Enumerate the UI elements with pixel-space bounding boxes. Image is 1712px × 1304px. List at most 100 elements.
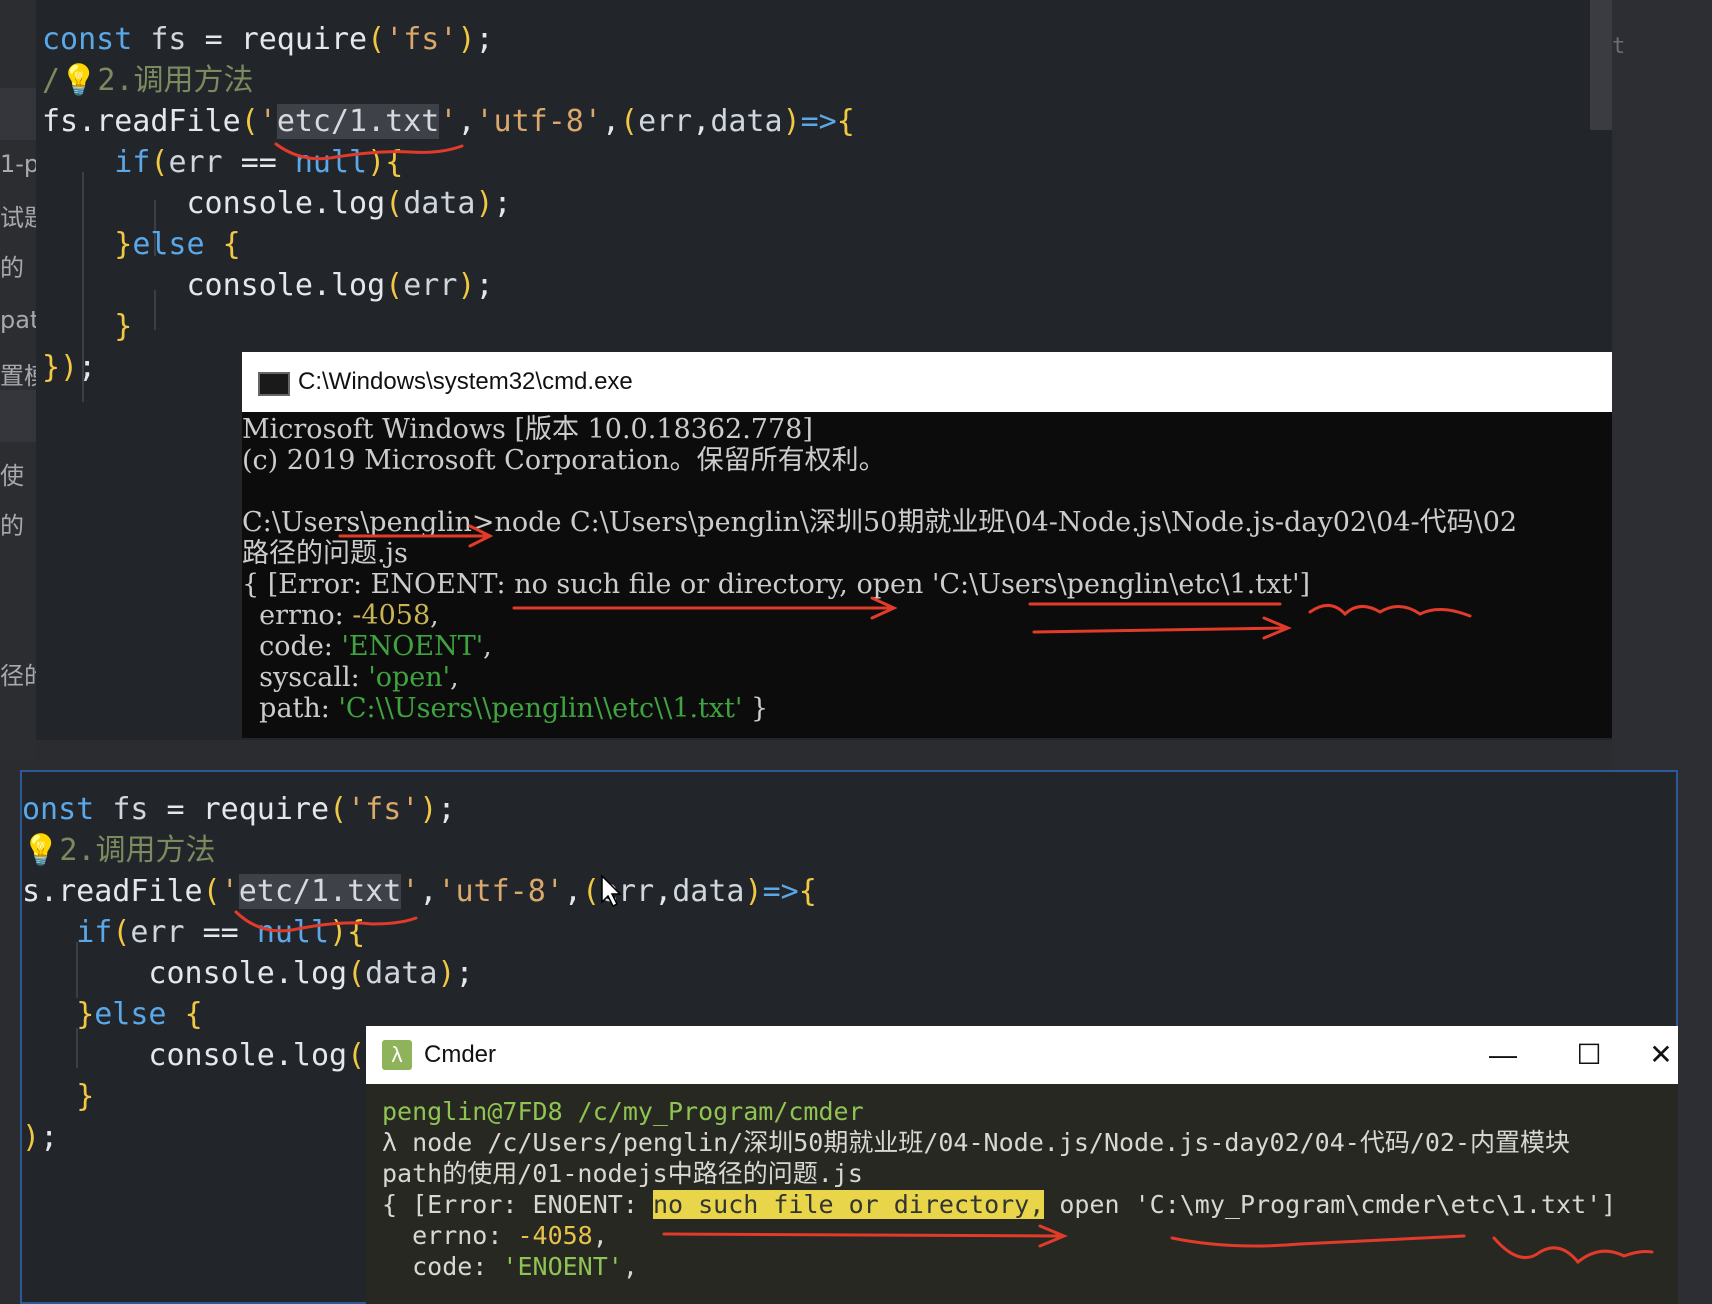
code-token: console.log	[22, 1038, 348, 1073]
code-token: {	[385, 145, 404, 180]
code-line[interactable]: }	[42, 305, 132, 349]
code-token: =>	[762, 874, 799, 909]
console-token: }	[742, 693, 769, 724]
console-line: λ node /c/Users/penglin/深圳50期就业班/04-Node…	[382, 1127, 1616, 1158]
code-token: fs	[112, 792, 167, 827]
console-token: 'ENOENT'	[341, 631, 484, 662]
code-token: data	[672, 874, 745, 909]
code-line[interactable]: }else {	[42, 223, 240, 267]
sidebar-item[interactable]: 试题	[0, 198, 36, 233]
cmd-app-icon	[258, 372, 290, 396]
code-token: data	[365, 956, 438, 991]
code-token: err	[168, 145, 241, 180]
console-line: errno: -4058,	[242, 600, 1517, 631]
code-line[interactable]: });	[42, 346, 96, 390]
code-token: }	[76, 1079, 95, 1114]
code-token: fs	[150, 22, 205, 57]
code-token: ==	[240, 145, 295, 180]
code-token: )	[782, 104, 801, 139]
console-token: penglin@7FD8 /c/my_Program/cmder	[382, 1097, 864, 1126]
code-line[interactable]: );	[22, 1116, 58, 1160]
minimize-button[interactable]: —	[1480, 1026, 1526, 1084]
cmder-window-title: Cmder	[424, 1041, 497, 1068]
code-token: '	[258, 104, 277, 139]
console-token: 'ENOENT'	[502, 1252, 623, 1281]
code-line[interactable]: console.log(	[22, 1034, 365, 1078]
code-token: (	[385, 268, 404, 303]
console-token: errno:	[382, 1221, 518, 1250]
code-token: if	[76, 915, 113, 950]
code-token: ;	[78, 350, 97, 385]
code-token: (	[240, 104, 259, 139]
cmd-console-output[interactable]: Microsoft Windows [版本 10.0.18362.778] (c)…	[242, 414, 1517, 724]
code-token: )	[329, 915, 348, 950]
sidebar-item[interactable]: 的	[0, 506, 24, 541]
code-token: )	[744, 874, 763, 909]
code-token: (	[202, 874, 221, 909]
editor-scrollbar[interactable]	[1590, 0, 1612, 130]
code-token: ,	[457, 104, 476, 139]
code-line[interactable]: console.log(data);	[42, 182, 512, 226]
sidebar-item[interactable]: 的	[0, 248, 24, 283]
code-line[interactable]: if(err == null){	[42, 141, 403, 185]
console-token: λ node /c/Users/penglin/深圳50期就业班/04-Node…	[382, 1128, 1571, 1157]
sidebar-item[interactable]: pat	[0, 306, 36, 334]
code-token: if	[114, 145, 151, 180]
code-line[interactable]: onst fs = require('fs');	[22, 788, 456, 832]
code-line[interactable]: /💡2.调用方法	[42, 59, 254, 103]
sidebar-item[interactable]: 径的	[0, 656, 36, 691]
console-token: Microsoft Windows [版本 10.0.18362.778]	[242, 414, 813, 445]
code-token: (	[150, 145, 169, 180]
code-token: ;	[40, 1120, 59, 1155]
code-line[interactable]: const fs = require('fs');	[42, 18, 494, 62]
maximize-button[interactable]: ☐	[1566, 1026, 1612, 1084]
console-token: 路径的问题.js	[242, 538, 408, 569]
code-line[interactable]: fs.readFile('etc/1.txt','utf-8',(err,dat…	[42, 100, 855, 144]
sidebar-item[interactable]: 1-p	[0, 150, 36, 178]
code-token: {	[347, 915, 366, 950]
console-token: syscall:	[242, 662, 369, 693]
code-token: (	[620, 104, 639, 139]
console-token: ,	[592, 1221, 608, 1250]
code-token: '	[220, 874, 239, 909]
code-token: )	[419, 792, 438, 827]
code-line[interactable]: s.readFile('etc/1.txt','utf-8',(err,data…	[22, 870, 817, 914]
code-token: ;	[475, 268, 494, 303]
code-line[interactable]: 💡2.调用方法	[22, 829, 215, 873]
code-token: })	[42, 350, 79, 385]
console-token: { [Error: ENOENT:	[382, 1190, 653, 1219]
close-button[interactable]: ✕	[1638, 1026, 1678, 1084]
code-line[interactable]: }	[22, 1075, 94, 1119]
console-token: ,	[430, 600, 439, 631]
console-token: -4058	[517, 1221, 593, 1250]
console-line: { [Error: ENOENT: no such file or direct…	[242, 569, 1517, 600]
code-token: 💡	[22, 833, 60, 868]
console-token: -4058	[352, 600, 431, 631]
code-token: ;	[475, 22, 494, 57]
cmd-window[interactable]: C:\Windows\system32\cmd.exe Microsoft Wi…	[242, 352, 1612, 738]
sidebar-item[interactable]: 置模	[0, 356, 36, 391]
code-line[interactable]: }else {	[22, 993, 202, 1037]
mouse-cursor-icon	[601, 874, 622, 908]
code-token: data	[710, 104, 783, 139]
code-token: require	[240, 22, 368, 57]
code-token: console.log	[22, 956, 348, 991]
code-line[interactable]: console.log(data);	[22, 952, 473, 996]
console-token: code:	[382, 1252, 503, 1281]
code-token: etc/1.txt	[276, 104, 440, 139]
cmder-window[interactable]: λ Cmder — ☐ ✕ penglin@7FD8 /c/my_Program…	[366, 1026, 1678, 1304]
cmder-title-bar[interactable]: λ Cmder — ☐ ✕	[366, 1026, 1678, 1084]
console-line: penglin@7FD8 /c/my_Program/cmder	[382, 1096, 1616, 1127]
console-line: (c) 2019 Microsoft Corporation。保留所有权利。	[242, 445, 1517, 476]
sidebar-item[interactable]: 使	[0, 456, 24, 491]
console-line: Microsoft Windows [版本 10.0.18362.778]	[242, 414, 1517, 445]
code-token: /	[42, 63, 61, 98]
code-token: {	[836, 104, 855, 139]
cmd-title-bar[interactable]: C:\Windows\system32\cmd.exe	[242, 352, 1612, 412]
code-token: console.log	[42, 186, 386, 221]
code-token: ;	[493, 186, 512, 221]
code-token: 2.调用方法	[59, 833, 216, 868]
cmder-console-output[interactable]: penglin@7FD8 /c/my_Program/cmder λ node /…	[382, 1096, 1616, 1282]
code-line[interactable]: console.log(err);	[42, 264, 494, 308]
code-line[interactable]: if(err == null){	[22, 911, 365, 955]
